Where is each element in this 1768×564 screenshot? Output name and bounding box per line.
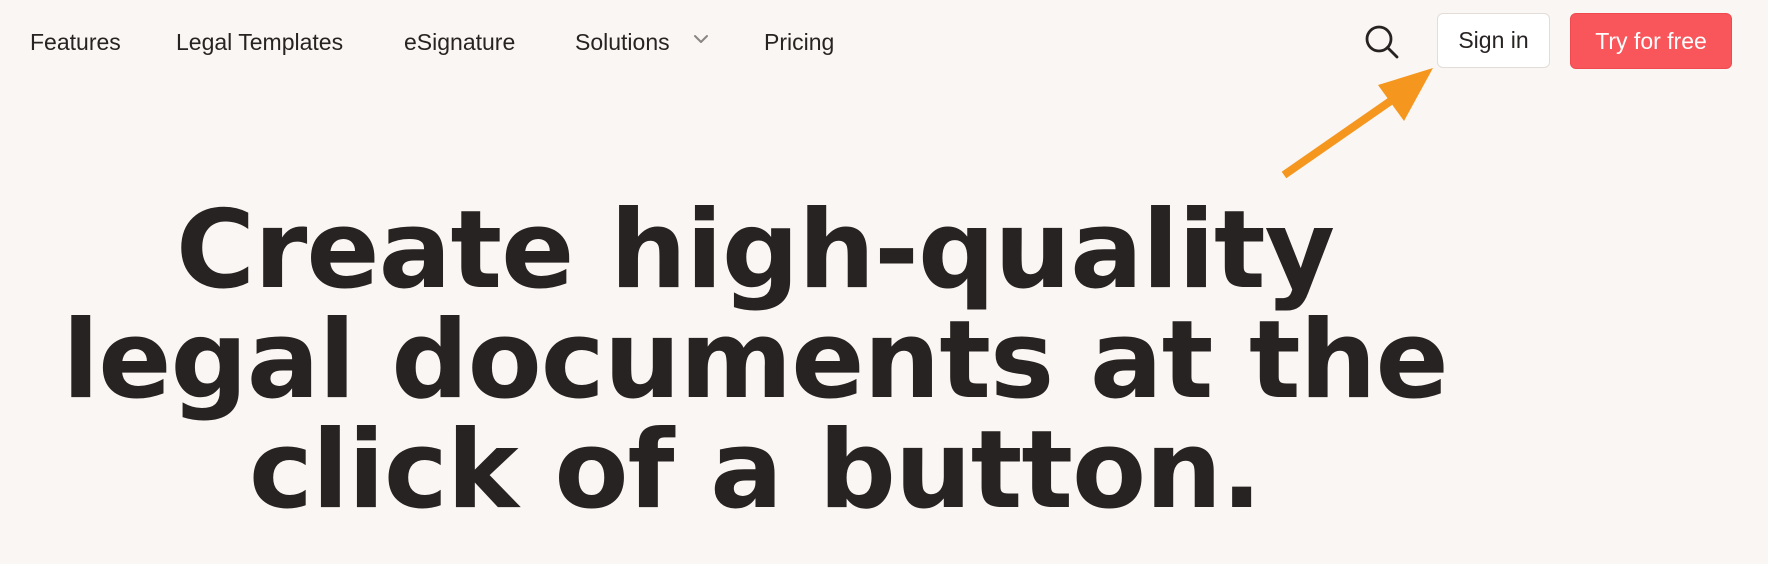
chevron-down-icon[interactable] bbox=[690, 28, 712, 50]
search-icon[interactable] bbox=[1362, 22, 1402, 62]
nav-item-features[interactable]: Features bbox=[30, 22, 121, 62]
hero-headline: Create high-quality legal documents at t… bbox=[40, 196, 1470, 526]
hero-line-3: click of a button. bbox=[248, 408, 1262, 533]
hero-line-2: legal documents at the bbox=[62, 298, 1449, 423]
top-navigation: Features Legal Templates eSignature Solu… bbox=[0, 0, 1768, 84]
nav-item-solutions[interactable]: Solutions bbox=[575, 22, 670, 62]
try-for-free-button[interactable]: Try for free bbox=[1570, 13, 1732, 69]
nav-item-legal-templates[interactable]: Legal Templates bbox=[176, 22, 343, 62]
hero-line-1: Create high-quality bbox=[175, 188, 1335, 313]
sign-in-button[interactable]: Sign in bbox=[1437, 13, 1550, 68]
nav-item-pricing[interactable]: Pricing bbox=[764, 22, 834, 62]
nav-item-esignature[interactable]: eSignature bbox=[404, 22, 515, 62]
annotation-arrow-icon bbox=[1281, 68, 1433, 179]
